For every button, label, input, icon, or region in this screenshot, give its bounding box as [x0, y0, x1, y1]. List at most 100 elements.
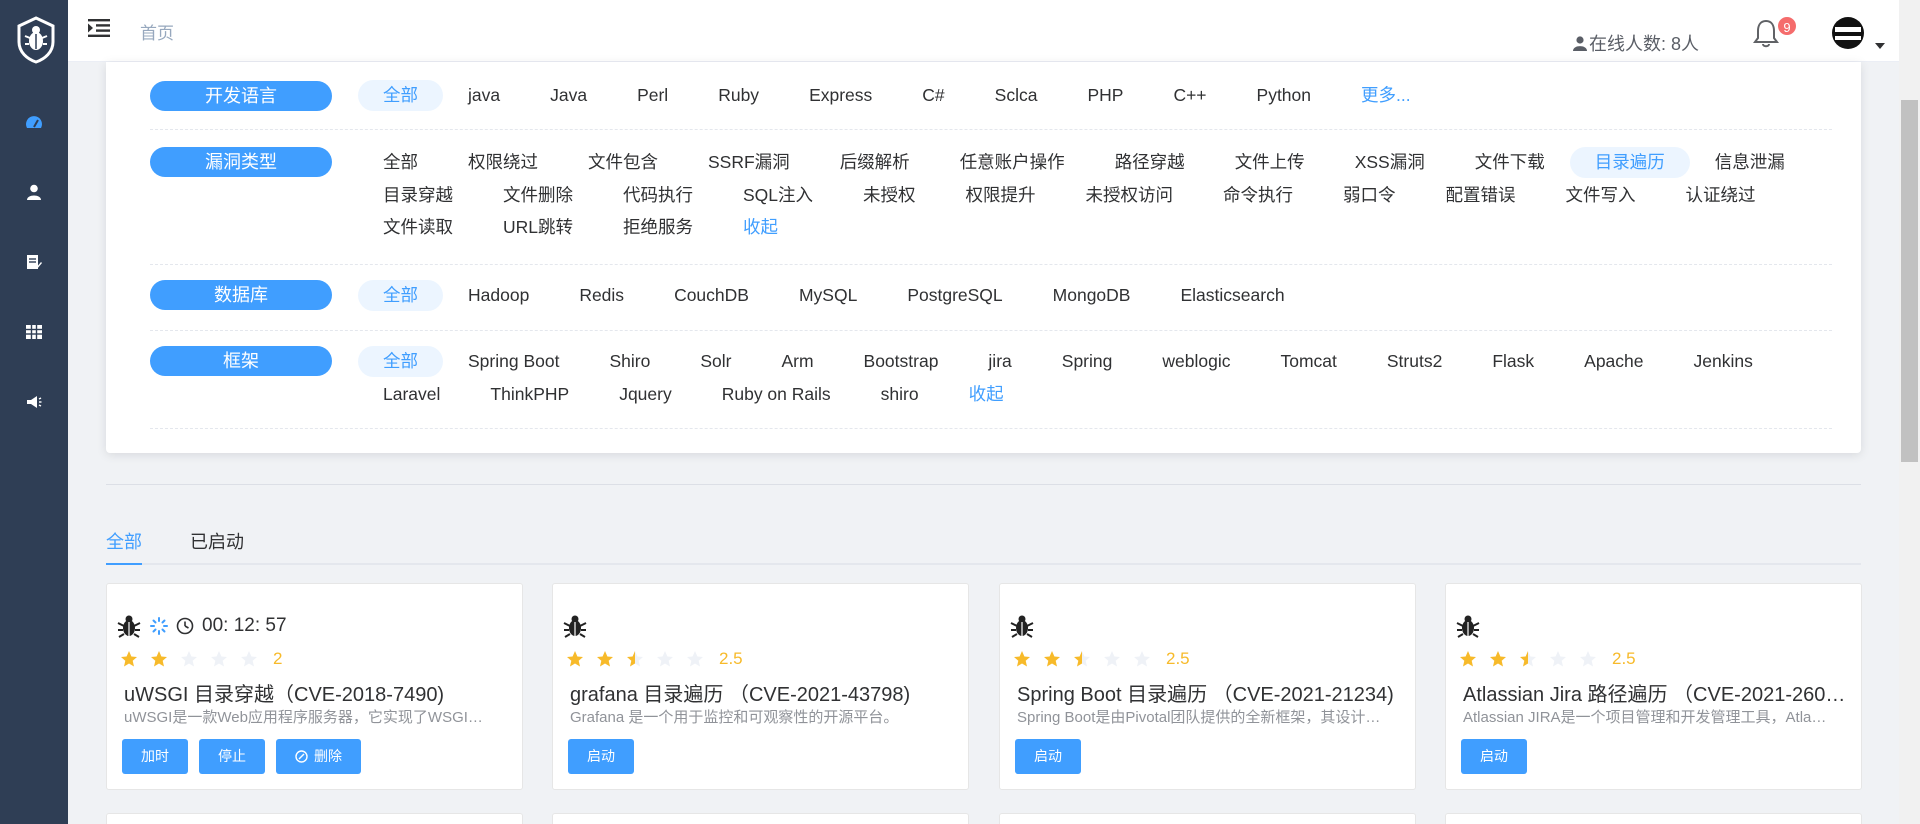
- filter-tag[interactable]: 权限提升: [941, 180, 1061, 211]
- tab-started[interactable]: 已启动: [190, 528, 244, 565]
- filter-tag[interactable]: Apache: [1559, 346, 1668, 377]
- filter-toggle-link[interactable]: 收起: [944, 379, 1029, 410]
- filter-tag[interactable]: 认证绕过: [1661, 180, 1781, 211]
- filter-tag[interactable]: CouchDB: [649, 280, 774, 311]
- vuln-card[interactable]: 2.5 Spring Boot 目录遍历 （CVE-2021-21234) Spri…: [999, 583, 1416, 790]
- vuln-card[interactable]: 00: 12: 57 2 uWSGI 目录穿越（CVE-2018-7490) uWSG…: [106, 583, 523, 790]
- sidebar-item-document[interactable]: [0, 242, 68, 282]
- filter-tag[interactable]: 拒绝服务: [598, 212, 718, 243]
- filter-tag[interactable]: 文件读取: [358, 212, 478, 243]
- filter-tag[interactable]: Jenkins: [1669, 346, 1778, 377]
- vuln-card[interactable]: 2.5 grafana 目录遍历 （CVE-2021-43798) Grafana …: [552, 583, 969, 790]
- avatar[interactable]: [1831, 16, 1865, 50]
- filter-tag[interactable]: Python: [1232, 80, 1336, 111]
- scrollbar-thumb[interactable]: [1901, 100, 1918, 462]
- filter-tag[interactable]: PostgreSQL: [882, 280, 1027, 311]
- start-button[interactable]: 启动: [568, 739, 634, 774]
- filter-tag[interactable]: java: [443, 80, 525, 111]
- sidebar-item-dashboard[interactable]: [0, 102, 68, 142]
- filter-tag[interactable]: URL跳转: [478, 212, 598, 243]
- star-empty-icon[interactable]: [1133, 650, 1151, 668]
- filter-tag[interactable]: 全部: [358, 346, 443, 377]
- filter-tag[interactable]: 权限绕过: [443, 147, 563, 178]
- filter-tag[interactable]: XSS漏洞: [1330, 147, 1450, 178]
- filter-tag[interactable]: Tomcat: [1255, 346, 1361, 377]
- filter-tag[interactable]: Shiro: [584, 346, 675, 377]
- sidebar-item-table[interactable]: [0, 312, 68, 352]
- filter-tag[interactable]: jira: [963, 346, 1036, 377]
- star-empty-icon[interactable]: [686, 650, 704, 668]
- filter-tag[interactable]: 文件下载: [1450, 147, 1570, 178]
- bell-icon[interactable]: [1753, 18, 1779, 48]
- caret-down-icon[interactable]: [1875, 42, 1885, 50]
- filter-tag[interactable]: Ruby: [693, 80, 784, 111]
- filter-tag[interactable]: 信息泄漏: [1690, 147, 1810, 178]
- filter-tag[interactable]: MySQL: [774, 280, 882, 311]
- filter-tag[interactable]: Jquery: [594, 379, 697, 410]
- filter-tag[interactable]: 文件删除: [478, 180, 598, 211]
- start-button[interactable]: 启动: [1461, 739, 1527, 774]
- filter-tag[interactable]: SQL注入: [718, 180, 838, 211]
- filter-tag[interactable]: 目录穿越: [358, 180, 478, 211]
- filter-tag[interactable]: Flask: [1467, 346, 1559, 377]
- delete-button[interactable]: 删除: [276, 739, 361, 774]
- filter-tag[interactable]: 未授权访问: [1061, 180, 1199, 211]
- filter-tag[interactable]: 文件包含: [563, 147, 683, 178]
- start-button[interactable]: 启动: [1015, 739, 1081, 774]
- filter-toggle-link[interactable]: 收起: [718, 212, 803, 243]
- filter-tag[interactable]: Java: [525, 80, 612, 111]
- filter-tag[interactable]: 全部: [358, 280, 443, 311]
- filter-tag[interactable]: Ruby on Rails: [697, 379, 856, 410]
- filter-tag[interactable]: Perl: [612, 80, 693, 111]
- filter-tag[interactable]: 任意账户操作: [935, 147, 1090, 178]
- filter-tag[interactable]: 代码执行: [598, 180, 718, 211]
- filter-tag[interactable]: shiro: [856, 379, 944, 410]
- page-scrollbar[interactable]: [1899, 0, 1920, 824]
- shield-bug-logo-icon[interactable]: [16, 16, 56, 64]
- filter-toggle-link[interactable]: 更多...: [1336, 80, 1436, 111]
- filter-tag[interactable]: C#: [897, 80, 969, 111]
- star-icon[interactable]: [1459, 650, 1477, 668]
- filter-tag[interactable]: Elasticsearch: [1155, 280, 1309, 311]
- star-empty-icon[interactable]: [656, 650, 674, 668]
- star-empty-icon[interactable]: [1103, 650, 1121, 668]
- filter-tag[interactable]: Hadoop: [443, 280, 554, 311]
- star-half-icon[interactable]: [626, 650, 644, 668]
- star-icon[interactable]: [1013, 650, 1031, 668]
- filter-tag[interactable]: Spring: [1037, 346, 1138, 377]
- filter-tag[interactable]: ThinkPHP: [465, 379, 594, 410]
- star-icon[interactable]: [150, 650, 168, 668]
- filter-tag[interactable]: 目录遍历: [1569, 147, 1690, 178]
- filter-tag[interactable]: Struts2: [1362, 346, 1467, 377]
- sidebar-item-user[interactable]: [0, 172, 68, 212]
- filter-tag[interactable]: Sclca: [970, 80, 1063, 111]
- filter-tag[interactable]: 全部: [358, 80, 443, 111]
- star-half-icon[interactable]: [1519, 650, 1537, 668]
- filter-tag[interactable]: weblogic: [1137, 346, 1255, 377]
- filter-tag[interactable]: Solr: [675, 346, 756, 377]
- filter-tag[interactable]: 未授权: [838, 180, 941, 211]
- filter-tag[interactable]: 全部: [358, 147, 443, 178]
- filter-tag[interactable]: SSRF漏洞: [683, 147, 815, 178]
- filter-tag[interactable]: 文件写入: [1541, 180, 1661, 211]
- star-empty-icon[interactable]: [1579, 650, 1597, 668]
- filter-tag[interactable]: 命令执行: [1198, 180, 1318, 211]
- filter-tag[interactable]: 弱口令: [1318, 180, 1421, 211]
- filter-tag[interactable]: Bootstrap: [839, 346, 964, 377]
- menu-fold-icon[interactable]: [88, 19, 110, 37]
- star-icon[interactable]: [1043, 650, 1061, 668]
- filter-tag[interactable]: Redis: [554, 280, 649, 311]
- filter-tag[interactable]: 配置错误: [1421, 180, 1541, 211]
- filter-tag[interactable]: C++: [1148, 80, 1231, 111]
- stop-button[interactable]: 停止: [199, 739, 265, 774]
- filter-tag[interactable]: 后缀解析: [815, 147, 935, 178]
- star-empty-icon[interactable]: [1549, 650, 1567, 668]
- filter-tag[interactable]: MongoDB: [1028, 280, 1156, 311]
- star-icon[interactable]: [120, 650, 138, 668]
- star-empty-icon[interactable]: [240, 650, 258, 668]
- star-icon[interactable]: [566, 650, 584, 668]
- star-empty-icon[interactable]: [210, 650, 228, 668]
- star-icon[interactable]: [596, 650, 614, 668]
- filter-tag[interactable]: 路径穿越: [1090, 147, 1210, 178]
- tab-all[interactable]: 全部: [106, 528, 142, 565]
